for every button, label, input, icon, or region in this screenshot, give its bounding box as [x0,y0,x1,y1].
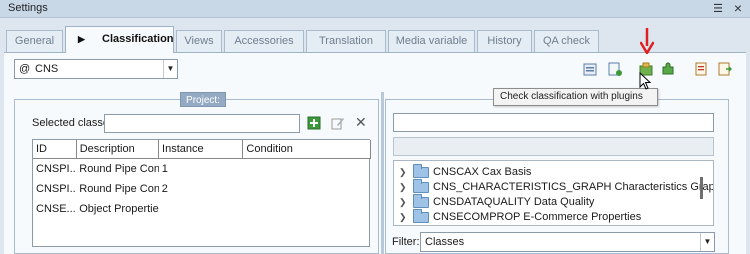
tab-label: QA check [542,35,591,47]
chevron-down-icon[interactable]: ▼ [700,233,714,251]
cell-instance: 1 [161,162,168,175]
tab-general[interactable]: General [6,30,63,52]
export-icon[interactable] [583,62,597,76]
classes-tree: ❯ CNSCAX Cax Basis ❯ CNS_CHARACTERISTICS… [393,160,714,226]
cell-instance [159,199,244,219]
tab-label: General [14,35,55,47]
folder-icon [413,194,429,208]
column-header-condition[interactable]: Condition [242,140,371,159]
column-header-id[interactable]: ID [33,140,77,159]
close-icon[interactable]: × [731,1,745,15]
tree-item-label: CNS_CHARACTERISTICS_GRAPH Characteristic… [433,181,714,193]
filter-value: Classes [425,236,465,248]
classes-table: ID Description Instance Condition CNSPI.… [32,139,371,247]
delete-icon[interactable]: ✕ [355,114,367,130]
selected-classes-input[interactable] [104,114,300,133]
folder-icon [413,209,429,223]
cell-condition [243,179,371,199]
title-bar [0,0,750,18]
tab-translation[interactable]: Translation [306,30,386,52]
tab-label: Accessories [234,35,294,47]
table-row[interactable]: CNSE... Object Properties [33,199,371,219]
chevron-right-icon[interactable]: ❯ [399,180,409,195]
tree-item-label: CNSCAX Cax Basis [433,166,532,178]
cell-description: Round Pipe Con... [79,182,159,195]
column-header-instance[interactable]: Instance [158,140,244,159]
edit-icon[interactable] [331,116,345,130]
window-menu-icon[interactable]: ☰ [711,3,725,15]
filter-label: Filter: [392,236,420,248]
search-input[interactable] [393,113,714,132]
table-row[interactable]: CNSPI... Round Pipe Con... 2 [33,179,371,199]
tab-label: History [487,35,522,47]
classification-select[interactable]: @ CNS ▼ [14,59,178,79]
tab-views[interactable]: Views [176,30,222,52]
tab-label: Views [184,35,214,47]
tab-qa-check[interactable]: QA check [534,30,599,52]
annotation-arrow-icon [640,28,654,54]
cell-id: CNSPI... [36,162,77,175]
window-title: Settings [8,2,48,14]
project-label: Project: [180,92,226,107]
mouse-cursor-icon [639,72,651,90]
cell-id: CNSE... [36,202,76,215]
tab-media-variable[interactable]: Media variable [388,30,475,52]
folder-icon [413,179,429,193]
tab-classification[interactable]: ▶ Classification [65,26,174,53]
filter-select[interactable]: Classes ▼ [420,232,715,252]
table-row[interactable]: CNSPI... Round Pipe Con... 1 [33,159,371,179]
tab-label: Classification [102,33,174,45]
combo-prefix: @ [19,63,31,75]
cell-instance: 2 [161,182,168,195]
tab-label: Media variable [395,35,468,47]
tree-item-label: CNSECOMPROP E-Commerce Properties [433,211,642,223]
tab-accessories[interactable]: Accessories [224,30,304,52]
export-list-icon[interactable] [718,62,732,76]
puzzle-icon[interactable] [661,62,675,76]
cell-condition [243,159,371,179]
chevron-right-icon[interactable]: ❯ [399,165,409,180]
cell-description: Object Properties [79,202,159,215]
folder-icon [413,164,429,178]
panel-splitter[interactable] [381,92,384,254]
cell-condition [243,199,371,219]
combo-value: CNS [35,63,59,75]
chevron-down-icon[interactable]: ▼ [163,60,177,78]
chevron-right-icon[interactable]: ❯ [399,210,409,225]
tree-item-label: CNSDATAQUALITY Data Quality [433,196,595,208]
tab-history[interactable]: History [477,30,532,52]
tab-label: Translation [318,35,373,47]
tree-scrollbar[interactable] [700,177,703,199]
add-document-icon[interactable] [608,62,622,76]
cell-description: Round Pipe Con... [79,162,159,175]
chevron-right-icon[interactable]: ❯ [399,195,409,210]
column-header-description[interactable]: Description [76,140,160,159]
triangle-right-icon: ▶ [78,34,85,44]
selected-classes-label: Selected classes [32,117,115,129]
edit-list-icon[interactable] [695,62,709,76]
cell-id: CNSPI... [36,182,77,195]
tooltip: Check classification with plugins [493,88,658,106]
add-class-button[interactable] [307,116,321,130]
class-path-field [393,137,714,156]
